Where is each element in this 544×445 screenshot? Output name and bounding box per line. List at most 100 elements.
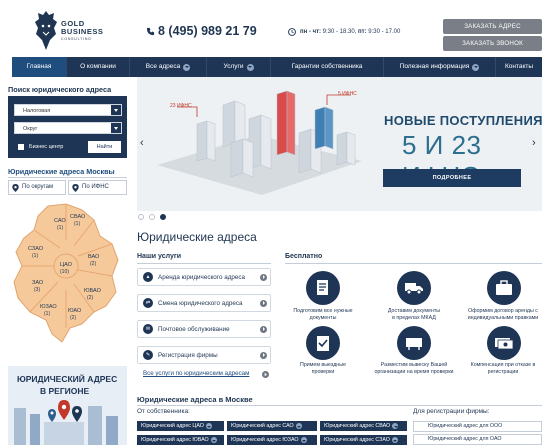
chevron-down-icon xyxy=(300,437,307,443)
slider-prev-arrow-icon[interactable]: ‹ xyxy=(140,137,144,149)
chip-yuvao[interactable]: Юридический адрес ЮВАО xyxy=(137,435,224,445)
chip-ooo[interactable]: Юридический адрес для ООО xyxy=(413,421,542,432)
rent-icon: ▲ xyxy=(143,272,153,282)
feature-signboard: Разместим вывеску Вашей организации на вр… xyxy=(374,362,454,375)
documents-icon xyxy=(306,271,340,305)
arrow-right-icon xyxy=(260,325,267,333)
find-button[interactable]: Найти xyxy=(88,141,121,153)
sign-board-icon xyxy=(397,326,431,360)
chevron-down-icon xyxy=(210,437,217,443)
feature-delivery: Доставим документы в пределах МКАД xyxy=(387,308,441,321)
chip-szao[interactable]: Юридический адрес СЗАО xyxy=(320,435,407,445)
banner-title: ЮРИДИЧЕСКИЙ АДРЕС xyxy=(17,374,118,384)
banner-subtitle: В РЕГИОНЕ xyxy=(40,386,90,396)
chevron-down-icon xyxy=(472,63,480,71)
chip-svao[interactable]: Юридический адрес СВАО xyxy=(320,421,407,431)
delivery-truck-icon xyxy=(397,271,431,305)
chevron-down-icon xyxy=(111,105,121,115)
logo-text-business: BUSINESS xyxy=(61,27,104,36)
service-change-address[interactable]: ⇄ Смена юридического адреса xyxy=(137,294,271,312)
tab-by-districts[interactable]: По округам xyxy=(8,180,66,195)
divider xyxy=(137,405,542,406)
order-address-button[interactable]: ЗАКАЗАТЬ АДРЕС xyxy=(443,19,542,34)
slide-label-23-ifns: 23 ИФНС xyxy=(170,103,192,109)
map-count: (3) xyxy=(34,287,40,293)
main-nav: Главная О компании Все адреса Услуги Гар… xyxy=(12,57,542,77)
service-mail[interactable]: ✉ Почтовое обслуживание xyxy=(137,320,271,338)
nav-home[interactable]: Главная xyxy=(12,57,67,77)
phone-icon xyxy=(146,27,155,36)
district-select[interactable]: Округ xyxy=(14,122,122,134)
chevron-down-icon xyxy=(111,123,121,133)
arrow-right-icon[interactable] xyxy=(262,371,269,378)
nav-contacts[interactable]: Контакты xyxy=(496,57,542,77)
free-title: Бесплатно xyxy=(285,253,323,260)
clock-icon xyxy=(288,28,296,36)
service-company-registration[interactable]: ✎ Регистрация фирмы xyxy=(137,346,271,364)
arrow-right-icon xyxy=(260,351,267,359)
business-center-checkbox[interactable] xyxy=(18,144,24,150)
map-count: (2) xyxy=(90,261,96,267)
nav-services[interactable]: Услуги xyxy=(207,57,271,77)
order-call-button[interactable]: ЗАКАЗАТЬ ЗВОНОК xyxy=(443,36,542,51)
all-services-link[interactable]: Все услуги по юридическим адресам xyxy=(143,370,249,377)
moscow-districts-map[interactable]: САО (1) СВАО (1) СЗАО (1) ВАО (2) ЦАО (1… xyxy=(8,200,123,348)
moscow-section-title: Юридические адреса в Москве xyxy=(137,395,253,404)
map-count: (1) xyxy=(44,311,50,317)
search-title: Поиск юридического адреса xyxy=(8,85,112,94)
feature-contract: Оформим договор аренды с индивидуальными … xyxy=(467,308,539,321)
chip-yuzao[interactable]: Юридический адрес ЮЗАО xyxy=(227,435,317,445)
slider-dot-2[interactable] xyxy=(149,214,155,220)
slider-dot-3[interactable] xyxy=(160,214,166,220)
map-label-vao[interactable]: ВАО xyxy=(88,254,100,260)
nav-guarantees[interactable]: Гарантии собственника xyxy=(271,57,384,77)
map-label-cao[interactable]: ЦАО xyxy=(60,262,73,268)
from-owner-label: От собственника: xyxy=(137,408,190,415)
working-hours: пн - чт: 9:30 - 18.30, пт: 9:30 - 17.00 xyxy=(300,29,401,35)
map-label-svao[interactable]: СВАО xyxy=(70,214,86,220)
map-label-zao[interactable]: ЗАО xyxy=(32,280,44,286)
arrow-right-icon xyxy=(260,299,267,307)
slider-dot-1[interactable] xyxy=(138,214,144,220)
service-rent-address[interactable]: ▲ Аренда юридического адреса xyxy=(137,268,271,286)
nav-useful-info[interactable]: Полезная информация xyxy=(384,57,496,77)
feature-inspections: Примем выездные проверки xyxy=(300,362,346,375)
map-count: (2) xyxy=(87,295,93,301)
slider-next-arrow-icon[interactable]: › xyxy=(532,137,536,149)
tab-by-ifns[interactable]: По ИФНС xyxy=(68,180,127,195)
nav-all-addresses[interactable]: Все адреса xyxy=(130,57,207,77)
chip-cao[interactable]: Юридический адрес ЦАО xyxy=(137,421,224,431)
chevron-down-icon xyxy=(183,63,191,71)
feature-compensation: Компенсация при отказе в регистрации xyxy=(470,362,536,375)
map-label-yuvao[interactable]: ЮВАО xyxy=(84,288,102,294)
checklist-icon xyxy=(306,326,340,360)
arrow-right-icon xyxy=(260,273,267,281)
nav-about[interactable]: О компании xyxy=(67,57,130,77)
chevron-down-icon xyxy=(295,423,302,429)
pen-icon: ✎ xyxy=(143,350,153,360)
map-label-sao[interactable]: САО xyxy=(54,218,66,224)
map-count: (2) xyxy=(70,315,76,321)
chip-sao[interactable]: Юридический адрес САО xyxy=(227,421,317,431)
phone-number[interactable]: 8 (495) 989 21 79 xyxy=(158,24,257,38)
services-title: Наши услуги xyxy=(137,253,182,260)
business-center-label: Бизнес центр xyxy=(29,144,64,150)
map-label-szao[interactable]: СЗАО xyxy=(28,246,44,252)
map-label-yuao[interactable]: ЮАО xyxy=(68,308,82,314)
logo-text-consulting: CONSULTING xyxy=(61,37,92,41)
chip-oao[interactable]: Юридический адрес для ОАО xyxy=(413,434,542,445)
tax-office-select[interactable]: Налоговая xyxy=(14,104,122,116)
map-count: (10) xyxy=(60,269,69,275)
divider xyxy=(8,177,127,178)
slide-more-button[interactable]: ПОДРОБНЕЕ xyxy=(383,169,521,187)
map-label-yuzao[interactable]: ЮЗАО xyxy=(40,304,57,310)
change-icon: ⇄ xyxy=(143,298,153,308)
slide-label-5-ifns: 5 ИФНС xyxy=(338,91,357,97)
feature-documents: Подготовим все нужные документы xyxy=(293,308,353,321)
mail-icon: ✉ xyxy=(143,324,153,334)
slide-headline: НОВЫЕ ПОСТУПЛЕНИЯ xyxy=(384,113,543,128)
chevron-down-icon xyxy=(246,63,254,71)
logo-lion-icon[interactable] xyxy=(34,10,58,52)
divider xyxy=(137,263,271,264)
moscow-addresses-title: Юридические адреса Москвы xyxy=(8,167,115,176)
